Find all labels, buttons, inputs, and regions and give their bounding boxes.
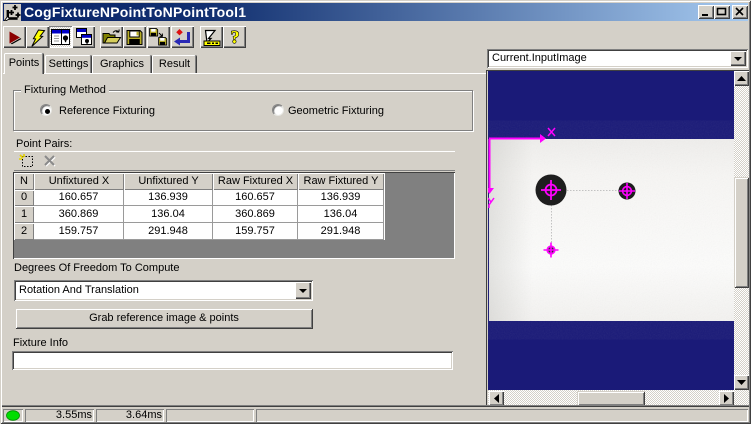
svg-text:?: ? [230,27,239,47]
